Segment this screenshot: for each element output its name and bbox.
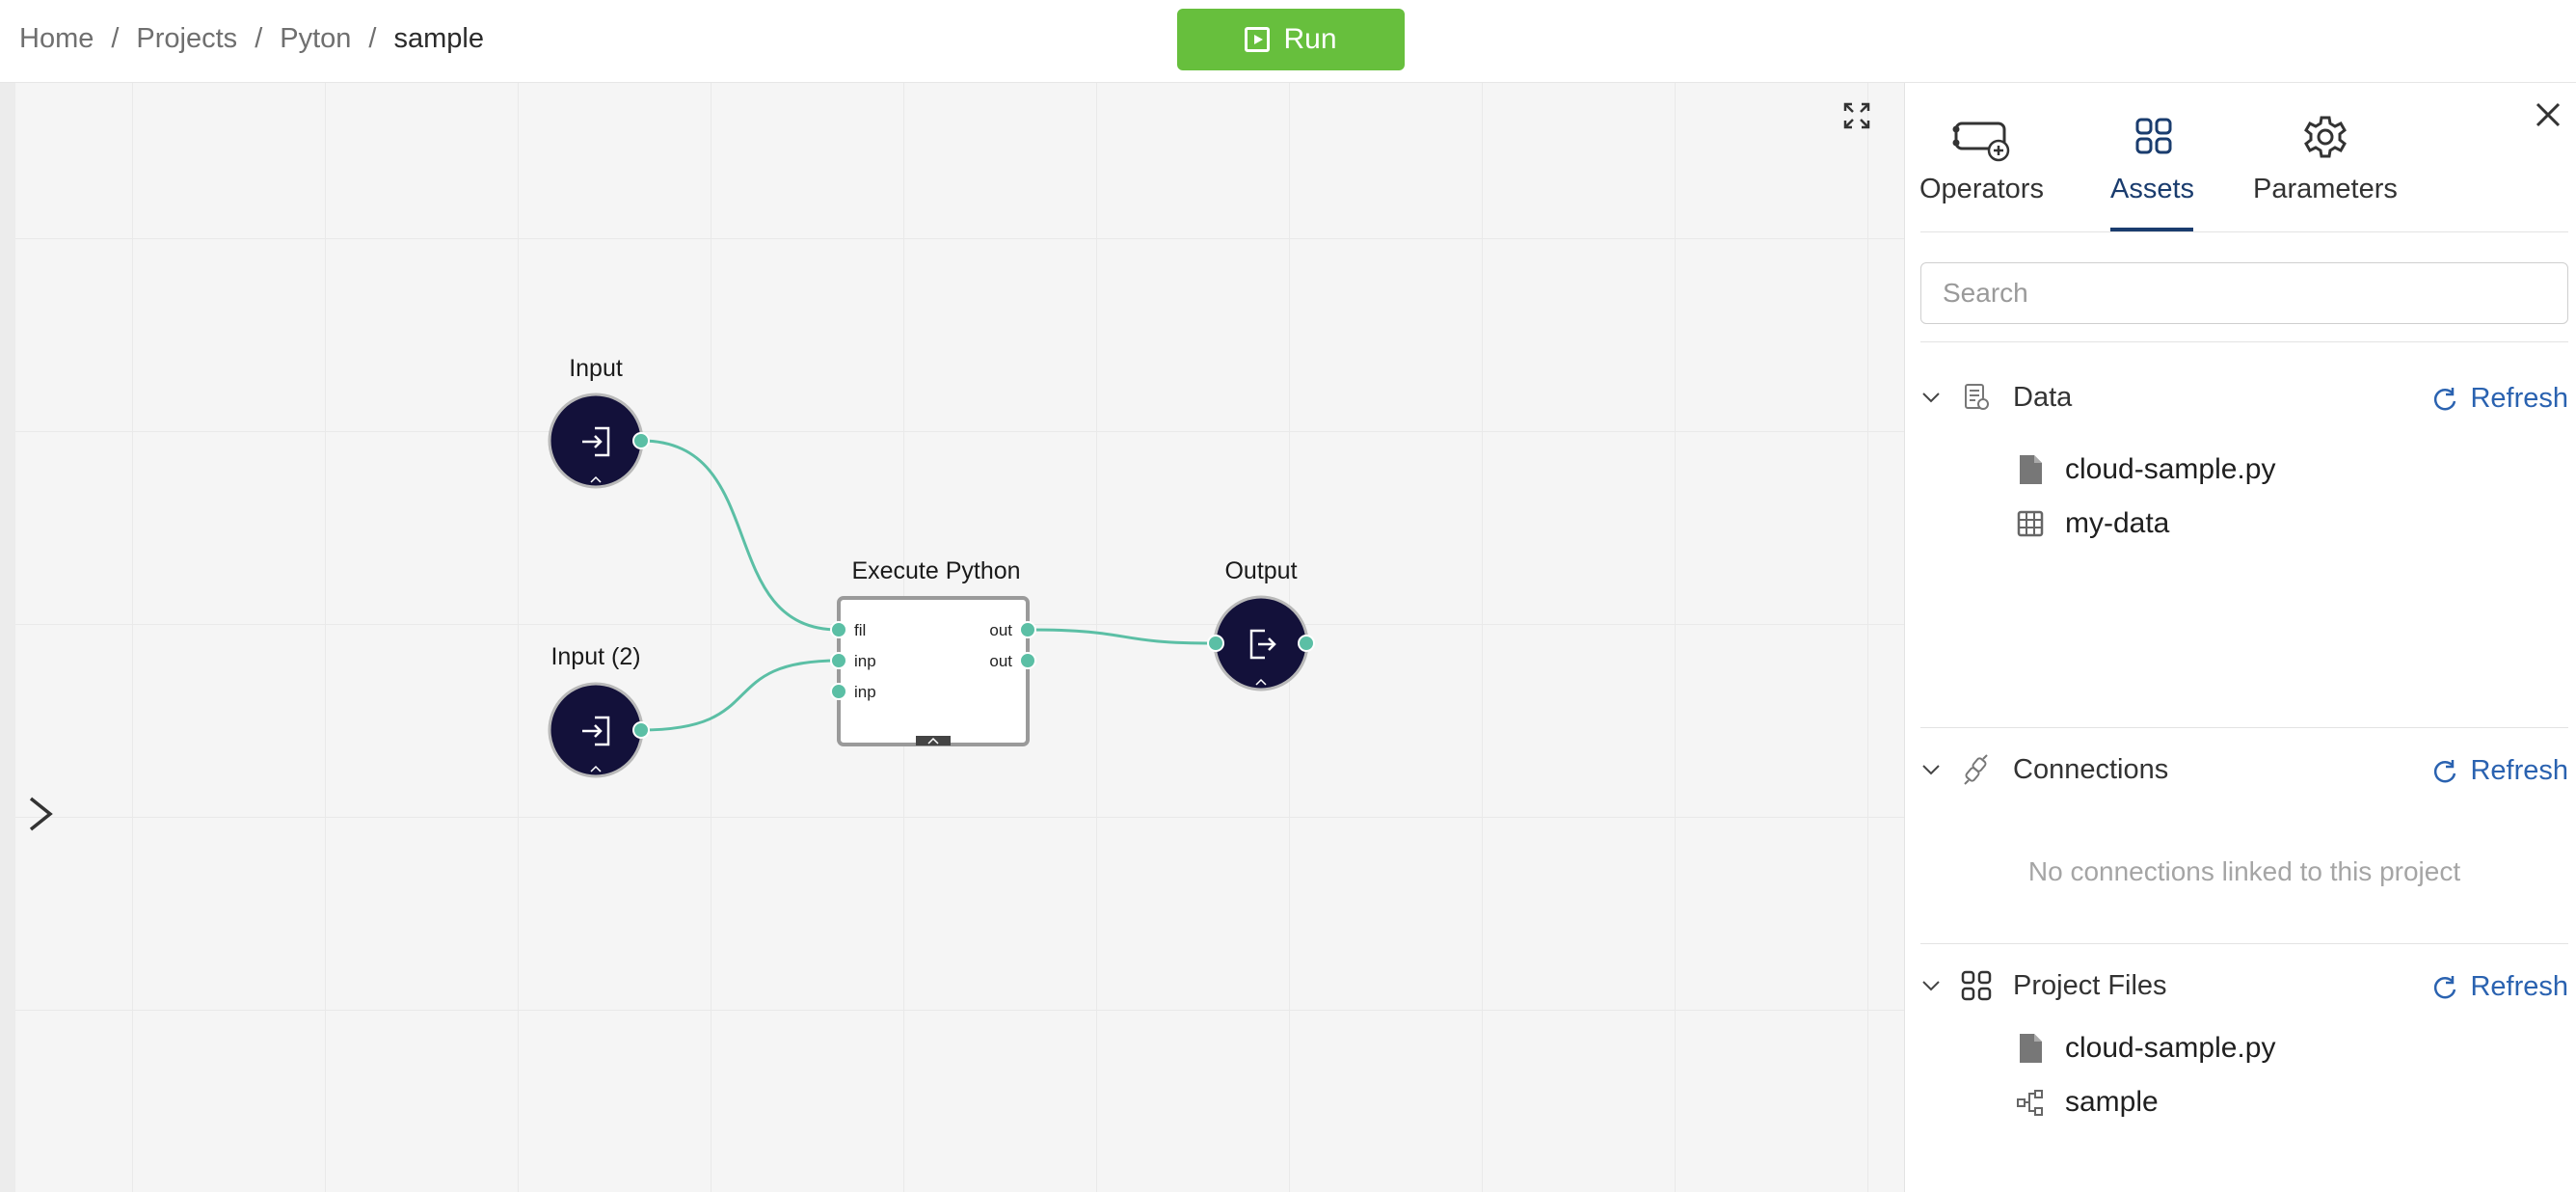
divider (1920, 943, 2568, 944)
data-icon (1965, 384, 1989, 410)
chevron-down-icon[interactable] (1920, 975, 1942, 996)
output-port[interactable] (632, 432, 650, 449)
output-node[interactable] (1207, 595, 1315, 691)
assets-grid-icon (2135, 118, 2172, 154)
tab-assets-label: Assets (2110, 174, 2195, 204)
connections-empty-message: No connections linked to this project (2027, 856, 2461, 886)
tab-parameters-label: Parameters (2253, 174, 2398, 204)
edge-input2-to-execute[interactable] (640, 659, 840, 732)
project-files-section-header[interactable]: Project Files Refresh (1920, 962, 2568, 1010)
chevron-down-icon[interactable] (1920, 759, 1942, 780)
connections-section-title: Connections (2013, 753, 2169, 785)
data-section-title: Data (2013, 381, 2073, 413)
port-label-in: inp (854, 683, 876, 701)
project-files-grid-icon (1961, 970, 1992, 1001)
edge-execute-to-output[interactable] (1027, 628, 1217, 645)
input-2-node[interactable] (548, 682, 650, 778)
data-refresh-button[interactable]: Refresh (2431, 383, 2568, 415)
project-files-section-title: Project Files (2013, 969, 2167, 1001)
chevron-down-icon[interactable] (1920, 387, 1942, 408)
output-port[interactable] (1019, 621, 1036, 638)
connection-plug-icon (1964, 754, 1988, 785)
gear-icon (2303, 116, 2347, 158)
project-file-sample[interactable]: sample (2017, 1086, 2159, 1119)
tab-operators[interactable]: Operators (1919, 116, 2044, 205)
input-port[interactable] (830, 621, 847, 638)
connections-refresh-label: Refresh (2470, 755, 2568, 786)
file-icon (2020, 1034, 2042, 1063)
port-label-out: out (989, 652, 1012, 670)
input-port[interactable] (1207, 635, 1224, 652)
assets-panel (1904, 83, 2576, 1192)
tab-assets[interactable]: Assets (2110, 116, 2194, 205)
connections-refresh-button[interactable]: Refresh (2431, 755, 2568, 787)
execute-python-node[interactable]: fil inp inp out out (830, 596, 1036, 746)
output-node-label: Output (1224, 557, 1298, 584)
project-files-refresh-label: Refresh (2470, 971, 2568, 1002)
search-input[interactable] (1920, 262, 2568, 324)
divider (1920, 727, 2568, 728)
data-item-label: cloud-sample.py (2065, 453, 2276, 485)
flow-graph: fil inp inp out out (548, 393, 1315, 778)
edge-input-to-execute[interactable] (640, 439, 840, 632)
connections-section-header[interactable]: Connections Refresh (1920, 745, 2568, 794)
input-node-label: Input (569, 355, 623, 382)
tab-operators-label: Operators (1919, 174, 2044, 204)
input-node[interactable] (548, 393, 650, 489)
divider (1920, 341, 2568, 342)
output-port[interactable] (1019, 652, 1036, 669)
project-file-label: cloud-sample.py (2065, 1032, 2276, 1064)
input-2-node-label: Input (2) (550, 643, 641, 670)
refresh-icon (2434, 387, 2456, 410)
data-item-cloud-sample[interactable]: cloud-sample.py (2017, 453, 2275, 486)
port-label-in: fil (854, 621, 866, 639)
output-port[interactable] (1298, 635, 1315, 652)
project-file-cloud-sample[interactable]: cloud-sample.py (2017, 1032, 2275, 1065)
data-item-my-data[interactable]: my-data (2017, 507, 2169, 540)
data-refresh-label: Refresh (2470, 383, 2568, 414)
input-port[interactable] (830, 683, 847, 700)
port-label-in: inp (854, 652, 876, 670)
close-icon[interactable] (2534, 100, 2563, 129)
file-icon (2020, 455, 2042, 484)
project-file-label: sample (2065, 1086, 2159, 1118)
execute-python-node-label: Execute Python (851, 557, 1021, 584)
refresh-icon (2434, 759, 2456, 782)
data-item-label: my-data (2065, 507, 2170, 539)
tab-parameters[interactable]: Parameters (2253, 116, 2398, 205)
refresh-icon (2434, 975, 2456, 998)
output-port[interactable] (632, 721, 650, 739)
tabs-divider (1920, 231, 2568, 232)
port-label-out: out (989, 621, 1012, 639)
data-section-header[interactable]: Data Refresh (1920, 373, 2568, 421)
table-icon (2017, 510, 2044, 537)
input-port[interactable] (830, 652, 847, 669)
project-files-refresh-button[interactable]: Refresh (2431, 971, 2568, 1003)
flow-icon (2017, 1090, 2043, 1116)
operators-icon (1952, 122, 2010, 162)
